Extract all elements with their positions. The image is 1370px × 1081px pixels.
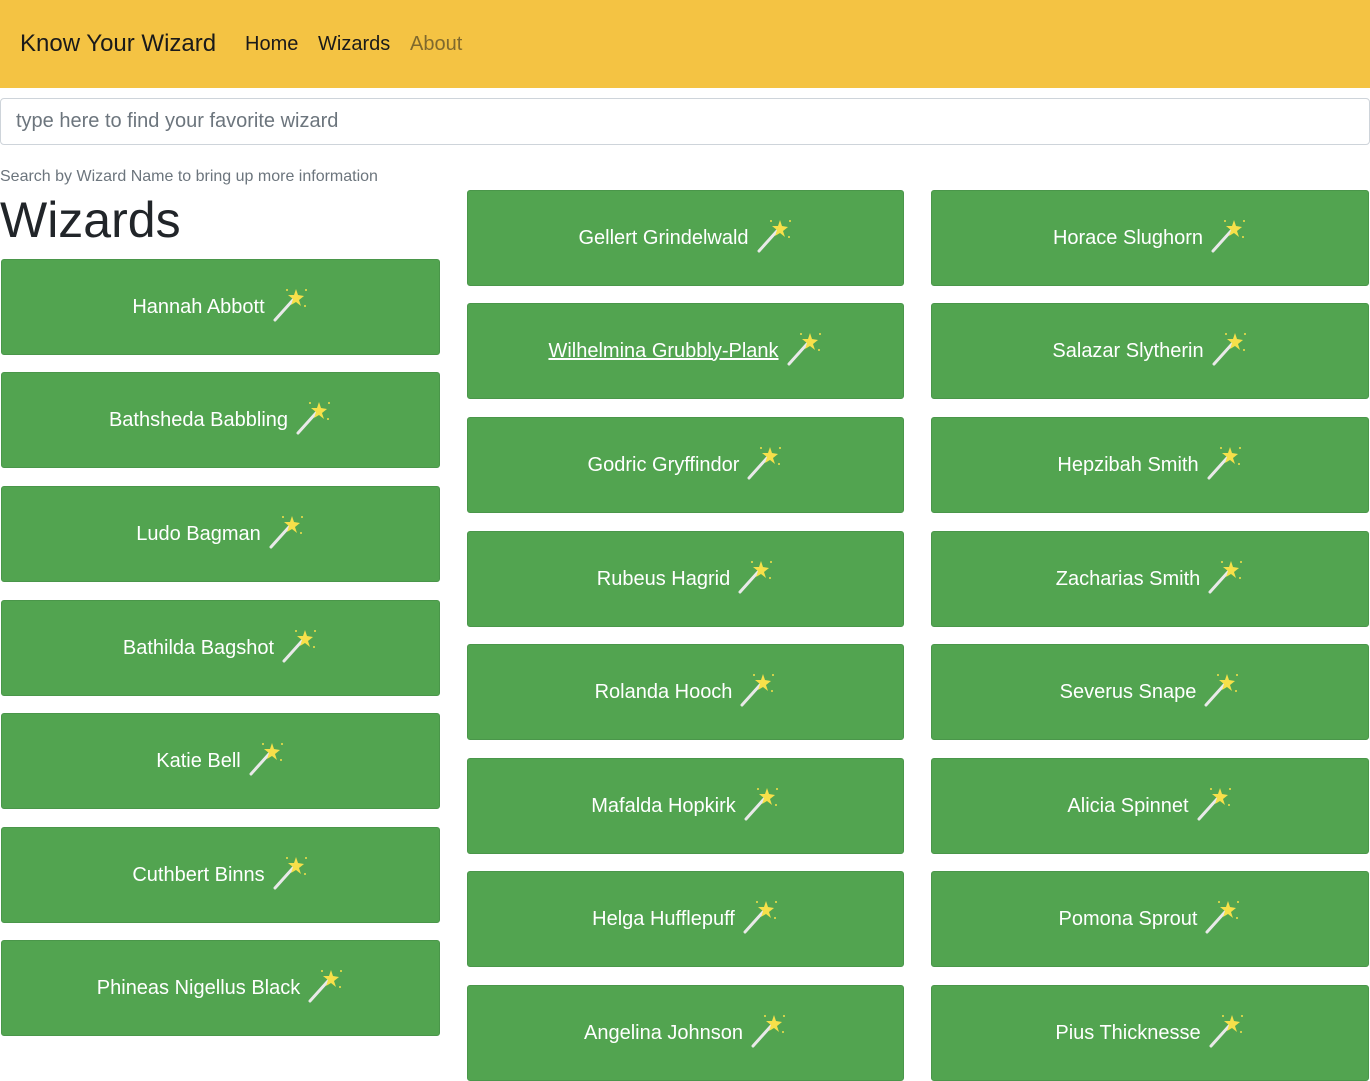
wizard-card[interactable]: Bathsheda Babbling — [1, 372, 440, 468]
nav-home-link[interactable]: Home — [245, 31, 298, 57]
navbar: Know Your Wizard Home Wizards About — [0, 0, 1370, 88]
wizard-card[interactable]: Mafalda Hopkirk — [467, 758, 904, 854]
magic-wand-icon — [1205, 901, 1240, 934]
wizard-name: Bathilda Bagshot — [122, 636, 275, 659]
magic-wand-icon — [757, 220, 791, 253]
wizard-card[interactable]: Wilhelmina Grubbly-Plank — [467, 303, 904, 399]
wizard-card[interactable]: Hepzibah Smith — [931, 417, 1369, 513]
magic-wand-icon — [249, 743, 283, 776]
wizard-name: Hannah Abbott — [132, 295, 265, 318]
wizard-card[interactable]: Ludo Bagman — [1, 486, 440, 582]
wizard-name: Godric Gryffindor — [587, 453, 740, 476]
magic-wand-icon — [282, 630, 317, 663]
magic-wand-icon — [738, 561, 773, 594]
magic-wand-icon — [740, 674, 775, 707]
magic-wand-icon — [1204, 674, 1239, 707]
magic-wand-icon — [269, 516, 303, 549]
magic-wand-icon — [273, 857, 307, 890]
page-title: Wizards — [0, 192, 181, 248]
wizard-name: Phineas Nigellus Black — [96, 976, 301, 999]
wizard-name: Mafalda Hopkirk — [591, 794, 736, 817]
magic-wand-icon — [744, 788, 778, 821]
nav-about-link[interactable]: About — [410, 31, 462, 57]
wizard-card[interactable]: Gellert Grindelwald — [467, 190, 904, 286]
magic-wand-icon — [1208, 561, 1243, 594]
wizard-card[interactable]: Bathilda Bagshot — [1, 600, 440, 696]
wizard-card[interactable]: Rubeus Hagrid — [467, 531, 904, 627]
magic-wand-icon — [743, 901, 777, 934]
wizard-name: Wilhelmina Grubbly-Plank — [548, 339, 779, 362]
magic-wand-icon — [1207, 447, 1241, 480]
magic-wand-icon — [787, 333, 821, 366]
wizard-name: Gellert Grindelwald — [578, 226, 749, 249]
search-input[interactable] — [0, 98, 1370, 145]
search-hint: Search by Wizard Name to bring up more i… — [0, 168, 378, 185]
wizard-card[interactable]: Angelina Johnson — [467, 985, 904, 1081]
wizard-name: Severus Snape — [1059, 680, 1197, 703]
wizard-name: Alicia Spinnet — [1067, 794, 1189, 817]
wizard-card[interactable]: Pomona Sprout — [931, 871, 1369, 967]
wizard-card[interactable]: Pius Thicknesse — [931, 985, 1369, 1081]
wizard-card[interactable]: Godric Gryffindor — [467, 417, 904, 513]
wizard-name: Rolanda Hooch — [594, 680, 733, 703]
wizard-card[interactable]: Severus Snape — [931, 644, 1369, 740]
magic-wand-icon — [1209, 1015, 1243, 1048]
wizard-name: Katie Bell — [156, 749, 241, 772]
wizard-name: Zacharias Smith — [1055, 567, 1201, 590]
wizard-name: Bathsheda Babbling — [108, 408, 289, 431]
magic-wand-icon — [296, 402, 331, 435]
wizard-card[interactable]: Katie Bell — [1, 713, 440, 809]
wizard-card[interactable]: Phineas Nigellus Black — [1, 940, 440, 1036]
magic-wand-icon — [747, 447, 782, 480]
wizard-name: Helga Hufflepuff — [592, 907, 735, 930]
wizard-card[interactable]: Rolanda Hooch — [467, 644, 904, 740]
wizard-name: Salazar Slytherin — [1052, 339, 1204, 362]
wizard-name: Angelina Johnson — [583, 1021, 743, 1044]
wizard-name: Horace Slughorn — [1052, 226, 1204, 249]
magic-wand-icon — [1211, 220, 1246, 253]
wizard-card[interactable]: Alicia Spinnet — [931, 758, 1369, 854]
wizard-card[interactable]: Hannah Abbott — [1, 259, 440, 355]
wizard-name: Cuthbert Binns — [132, 863, 265, 886]
wizard-name: Hepzibah Smith — [1057, 453, 1199, 476]
wizard-card[interactable]: Horace Slughorn — [931, 190, 1369, 286]
wizard-name: Rubeus Hagrid — [596, 567, 731, 590]
wizard-name: Ludo Bagman — [136, 522, 261, 545]
wizard-card[interactable]: Helga Hufflepuff — [467, 871, 904, 967]
wizard-name: Pomona Sprout — [1058, 907, 1198, 930]
magic-wand-icon — [308, 970, 343, 1003]
wizard-card[interactable]: Zacharias Smith — [931, 531, 1369, 627]
magic-wand-icon — [273, 289, 307, 322]
magic-wand-icon — [1212, 333, 1246, 366]
magic-wand-icon — [1197, 788, 1231, 821]
wizard-card[interactable]: Salazar Slytherin — [931, 303, 1369, 399]
wizard-name: Pius Thicknesse — [1055, 1021, 1201, 1044]
wizard-card[interactable]: Cuthbert Binns — [1, 827, 440, 923]
magic-wand-icon — [751, 1015, 785, 1048]
nav-wizards-link[interactable]: Wizards — [318, 31, 390, 57]
brand-link[interactable]: Know Your Wizard — [20, 29, 216, 59]
